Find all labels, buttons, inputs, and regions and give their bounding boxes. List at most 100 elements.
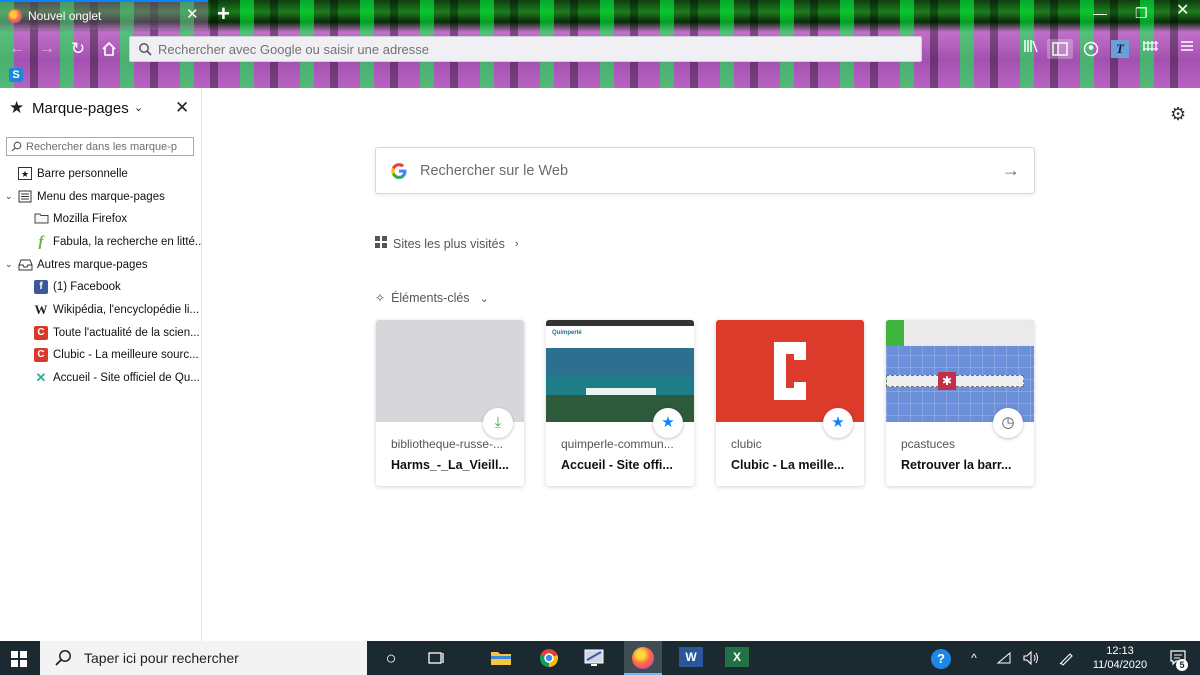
tab-close-icon[interactable]: ✕ <box>186 7 199 22</box>
sidebar-icon[interactable] <box>1047 39 1073 59</box>
translate-icon[interactable]: T <box>1111 40 1129 58</box>
gear-icon[interactable]: ⚙ <box>1170 104 1186 125</box>
search-icon <box>55 650 71 666</box>
top-sites-header[interactable]: Sites les plus visités › <box>375 236 519 251</box>
menu-folder-icon <box>18 190 32 204</box>
bookmark-label: Autres marque-pages <box>37 259 148 271</box>
word-icon[interactable]: W <box>679 647 703 667</box>
search-icon <box>139 43 152 56</box>
new-tab-button[interactable]: + <box>217 3 230 25</box>
card-title: Harms_-_La_Vieill... <box>391 458 509 472</box>
bookmark-star-icon: ★ <box>823 408 853 438</box>
chevron-down-icon[interactable]: ⌄ <box>5 191 13 202</box>
library-icon[interactable] <box>1021 39 1041 59</box>
card-title: Retrouver la barr... <box>901 458 1012 472</box>
highlight-card[interactable]: ✱ ◷ pcastuces Retrouver la barr... <box>886 320 1034 486</box>
search-icon <box>11 141 22 152</box>
volume-icon[interactable] <box>1020 647 1044 669</box>
bookmark-clubic-actualite[interactable]: C Toute l'actualité de la scien... <box>0 324 202 344</box>
taskbar-clock[interactable]: 12:13 11/04/2020 <box>1092 644 1148 672</box>
history-clock-icon: ◷ <box>993 408 1023 438</box>
bookmark-label: Fabula, la recherche en litté... <box>53 236 202 248</box>
highlight-card[interactable]: ⤓ bibliotheque-russe-... Harms_-_La_Viei… <box>376 320 524 486</box>
cortana-icon[interactable]: ○ <box>379 647 403 669</box>
forward-arrow-icon[interactable]: → <box>37 39 57 59</box>
sidebar-search-input[interactable] <box>26 140 186 153</box>
chevron-down-icon[interactable]: ⌄ <box>134 101 143 114</box>
bookmark-fabula[interactable]: f Fabula, la recherche en litté... <box>0 233 203 253</box>
taskbar-firefox-active[interactable] <box>624 641 662 675</box>
card-host: pcastuces <box>901 437 956 451</box>
tab-new-tab[interactable]: Nouvel onglet <box>0 0 208 30</box>
extension-icon[interactable] <box>1141 39 1161 59</box>
clock-date: 11/04/2020 <box>1092 659 1148 671</box>
sidebar-title[interactable]: Marque-pages <box>32 100 129 117</box>
excel-icon[interactable]: X <box>725 647 749 667</box>
bookmark-label: Menu des marque-pages <box>37 191 165 203</box>
folder-icon <box>34 212 49 226</box>
taskbar-search-placeholder: Taper ici pour rechercher <box>84 650 239 666</box>
bookmark-label: (1) Facebook <box>53 281 121 293</box>
web-search-box[interactable]: → <box>375 147 1035 194</box>
close-window-icon[interactable]: ✕ <box>1176 3 1189 19</box>
account-icon[interactable] <box>1081 39 1101 59</box>
wifi-icon[interactable] <box>992 647 1016 669</box>
chevron-down-icon[interactable]: ⌄ <box>5 259 13 270</box>
remote-desktop-icon[interactable] <box>582 647 606 669</box>
bookmark-clubic[interactable]: C Clubic - La meilleure sourc... <box>0 346 202 366</box>
chrome-icon[interactable] <box>537 647 561 669</box>
reload-icon[interactable]: ↻ <box>68 39 88 59</box>
bookmark-folder-autres[interactable]: ⌄ Autres marque-pages <box>0 256 202 276</box>
close-icon[interactable]: ✕ <box>175 98 189 118</box>
windows-start-icon[interactable] <box>11 651 27 667</box>
top-sites-label: Sites les plus visités <box>393 236 505 251</box>
bookmark-wikipedia[interactable]: W Wikipédia, l'encyclopédie li... <box>0 301 202 321</box>
bookmarks-toolbar: S <box>0 64 1200 88</box>
s-bookmark-icon[interactable]: S <box>9 68 23 82</box>
sidebar-header: ★ Marque-pages ⌄ ✕ <box>0 96 202 122</box>
navigation-toolbar: ← → ↻ T <box>0 34 1200 64</box>
chevron-down-icon[interactable]: ⌄ <box>480 292 489 305</box>
tab-title: Nouvel onglet <box>28 9 102 23</box>
chevron-right-icon[interactable]: › <box>515 238 519 250</box>
chevron-up-icon[interactable]: ^ <box>962 647 986 669</box>
sidebar-search-box[interactable] <box>6 137 194 156</box>
highlight-card[interactable]: Quimperlé ★ quimperle-commun... Accueil … <box>546 320 694 486</box>
clock-time: 12:13 <box>1106 645 1134 657</box>
bookmark-folder-barre-personnelle[interactable]: ★ Barre personnelle <box>0 165 202 185</box>
bookmarks-sidebar: ★ Marque-pages ⌄ ✕ ★ Barre personnelle ⌄… <box>0 88 202 641</box>
back-arrow-icon[interactable]: ← <box>7 39 27 59</box>
card-thumbnail <box>716 320 864 422</box>
inbox-folder-icon <box>18 258 33 272</box>
task-view-icon[interactable] <box>424 647 448 669</box>
url-bar[interactable] <box>129 36 922 62</box>
card-thumbnail-logo: Quimperlé <box>552 330 582 336</box>
taskbar-search-box[interactable]: Taper ici pour rechercher <box>40 641 367 675</box>
bookmark-label: Accueil - Site officiel de Qu... <box>53 372 200 384</box>
pen-icon[interactable] <box>1054 647 1078 669</box>
sparkle-icon: ✧ <box>375 291 386 305</box>
home-icon[interactable] <box>99 39 119 59</box>
highlights-header[interactable]: ✧ Éléments-clés ⌄ <box>375 291 489 305</box>
bookmark-label: Toute l'actualité de la scien... <box>53 327 200 339</box>
restore-icon[interactable]: ❐ <box>1135 6 1148 20</box>
web-search-input[interactable] <box>420 162 980 179</box>
minimize-icon[interactable]: — <box>1093 6 1107 20</box>
bookmark-star-icon: ★ <box>653 408 683 438</box>
clubic-logo <box>774 342 806 400</box>
card-title: Accueil - Site offi... <box>561 458 673 472</box>
arrow-right-icon[interactable]: → <box>1002 160 1020 181</box>
clubic-icon: C <box>34 348 48 362</box>
bookmark-folder-mozilla-firefox[interactable]: Mozilla Firefox <box>0 210 202 230</box>
url-input[interactable] <box>158 41 921 57</box>
bookmark-folder-menu[interactable]: ⌄ Menu des marque-pages <box>0 188 202 208</box>
card-host: bibliotheque-russe-... <box>391 437 504 451</box>
card-thumbnail <box>376 320 524 422</box>
highlight-card[interactable]: ★ clubic Clubic - La meille... <box>716 320 864 486</box>
card-thumbnail-asterisk: ✱ <box>938 372 956 390</box>
help-icon[interactable]: ? <box>931 649 951 669</box>
bookmark-quimperle[interactable]: ✕ Accueil - Site officiel de Qu... <box>0 369 202 389</box>
bookmark-facebook[interactable]: f (1) Facebook <box>0 278 202 298</box>
file-explorer-icon[interactable] <box>489 647 513 669</box>
menu-icon[interactable] <box>1177 39 1197 59</box>
